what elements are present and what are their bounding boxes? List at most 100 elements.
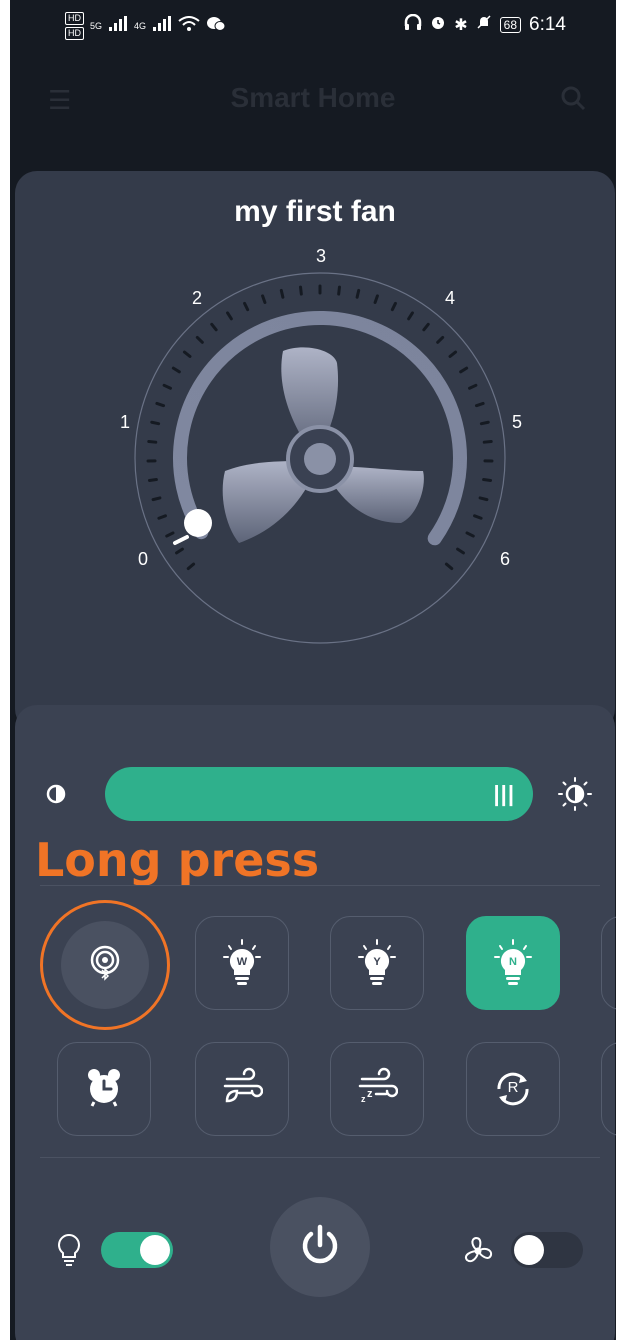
dial-tick — [474, 401, 485, 408]
dial-tick — [482, 440, 493, 444]
svg-text:z: z — [361, 1094, 366, 1104]
status-bar: HD HD 5G 4G ✱ 68 6:14 — [10, 0, 616, 60]
yellow-light-button[interactable]: Y — [330, 916, 424, 1010]
brightness-slider[interactable]: ||| — [105, 767, 533, 821]
chat-icon — [206, 16, 226, 37]
dim-brightness-icon — [45, 783, 67, 810]
speed-label-3: 3 — [316, 246, 327, 266]
long-press-annotation: Long press — [35, 833, 320, 887]
dial-tick — [150, 420, 161, 426]
dial-tick — [390, 301, 397, 312]
dial-tick — [157, 514, 167, 520]
alarm-icon — [430, 14, 446, 36]
wifi-icon — [178, 15, 200, 37]
toggle-knob — [514, 1235, 544, 1265]
dial-tick — [407, 311, 414, 321]
dial-tick — [279, 288, 285, 299]
fan-toggle[interactable] — [511, 1232, 583, 1268]
speed-label-6: 6 — [500, 549, 511, 569]
timer-button[interactable] — [57, 1042, 151, 1136]
dial-tick — [226, 311, 233, 321]
dial-tick — [422, 322, 430, 332]
light-control-card: ||| Long press W Y N z z R — [15, 705, 616, 1340]
dial-tick — [436, 335, 445, 344]
speed-knob — [184, 509, 212, 537]
dial-tick — [465, 531, 475, 538]
divider — [40, 885, 600, 886]
natural-wind-button[interactable] — [195, 1042, 289, 1136]
dial-tick — [448, 350, 458, 358]
bulb-label: N — [509, 956, 517, 968]
knob-indicator — [173, 535, 189, 545]
dial-tick — [162, 383, 172, 390]
hd-icons: HD HD — [65, 12, 84, 40]
dial-tick — [171, 366, 181, 374]
clock-time: 6:14 — [529, 14, 566, 35]
dial-tick — [147, 440, 158, 444]
bulb-icon: W — [222, 939, 262, 987]
natural-light-button[interactable]: N — [466, 916, 560, 1010]
status-right: ✱ 68 6:14 — [404, 13, 566, 36]
speed-label-2: 2 — [192, 288, 203, 308]
speed-dial[interactable] — [15, 171, 615, 671]
light-bulb-icon — [55, 1233, 83, 1272]
bulb-icon: Y — [357, 939, 397, 987]
dial-tick — [147, 478, 158, 482]
dial-tick — [459, 366, 469, 374]
app-title: Smart Home — [230, 82, 396, 113]
dial-tick — [175, 547, 184, 555]
dial-tick — [182, 350, 192, 358]
reverse-icon: R — [491, 1067, 535, 1111]
hd-badge: HD — [65, 27, 84, 40]
fan-control-card: my first fan 0 1 2 3 4 5 6 — [15, 171, 615, 731]
svg-text:z: z — [367, 1088, 373, 1100]
dial-tick — [444, 562, 454, 571]
bulb-label: W — [236, 956, 248, 968]
dial-tick — [473, 514, 483, 520]
reverse-label: R — [507, 1079, 519, 1096]
bulb-icon: N — [493, 939, 533, 987]
bulb-label: Y — [373, 956, 381, 968]
fan-icon — [462, 1235, 494, 1272]
network-4g-label: 4G — [134, 21, 147, 31]
signal-icon — [108, 15, 128, 37]
dial-tick — [195, 335, 204, 344]
divider — [40, 1157, 600, 1158]
dial-tick — [299, 285, 303, 296]
dial-tick — [355, 288, 361, 299]
speed-label-0: 0 — [138, 549, 149, 569]
headphones-icon — [404, 13, 422, 36]
dial-tick — [478, 496, 489, 502]
bluetooth-pair-button[interactable] — [61, 921, 149, 1009]
speed-label-4: 4 — [445, 288, 456, 308]
warm-light-button[interactable]: W — [195, 916, 289, 1010]
app-bar: ☰ Smart Home — [10, 60, 616, 140]
light-toggle[interactable] — [101, 1232, 173, 1268]
search-icon[interactable] — [560, 85, 586, 118]
dial-tick — [210, 322, 218, 332]
dial-tick — [261, 294, 267, 304]
hd-badge: HD — [65, 12, 84, 25]
dial-tick — [373, 294, 379, 304]
speed-label-1: 1 — [120, 412, 131, 432]
slider-grip-icon[interactable]: ||| — [494, 781, 515, 807]
sleep-wind-button[interactable]: z z — [330, 1042, 424, 1136]
more-mode-button[interactable] — [601, 916, 616, 1010]
more-function-button[interactable] — [601, 1042, 616, 1136]
dial-tick — [243, 301, 250, 312]
sleep-wind-icon: z z — [356, 1067, 399, 1112]
dial-tick — [186, 562, 196, 571]
dial-tick — [165, 531, 175, 538]
leaf-wind-icon — [221, 1067, 264, 1112]
dial-tick — [456, 547, 465, 555]
status-left: HD HD 5G 4G — [65, 12, 226, 40]
network-5g-label: 5G — [90, 21, 103, 31]
speed-label-5: 5 — [512, 412, 523, 432]
mute-icon — [476, 14, 492, 36]
fan-blades-icon — [222, 347, 424, 543]
reverse-button[interactable]: R — [466, 1042, 560, 1136]
phone-screen: HD HD 5G 4G ✱ 68 6:14 ☰ Smart Home my fi… — [10, 0, 616, 1340]
alarm-clock-icon — [84, 1067, 124, 1112]
dial-tick — [468, 383, 478, 390]
power-button[interactable] — [270, 1197, 370, 1297]
